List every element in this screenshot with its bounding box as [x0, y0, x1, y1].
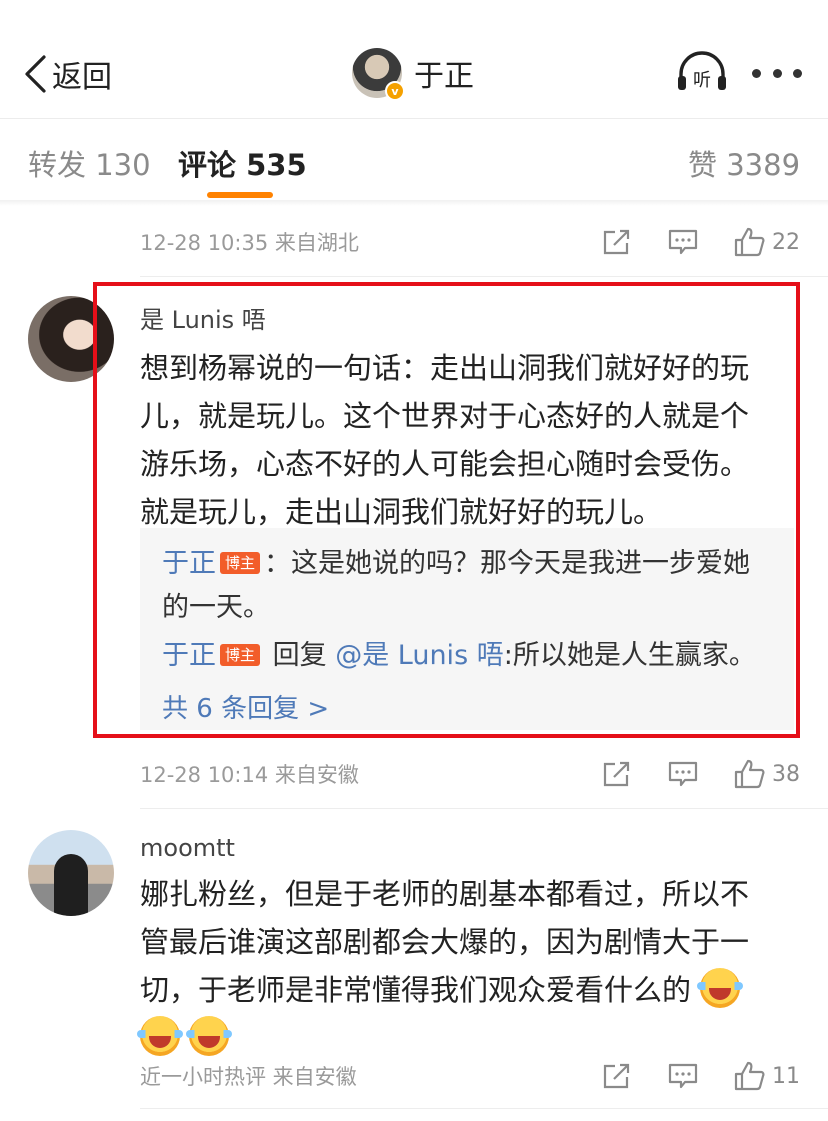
comment-footer: 12-28 10:35 来自湖北 22: [140, 222, 800, 262]
comment-line: 管最后谁演这部剧都会大爆的，因为剧情大于一: [140, 925, 750, 959]
more-options-icon[interactable]: [752, 58, 802, 88]
avatar[interactable]: v: [352, 48, 405, 101]
reply-item[interactable]: 于正 博主 ：这是她说的吗？那今天是我进一步爱她 的一天。: [162, 542, 782, 630]
share-button[interactable]: [602, 760, 632, 788]
thumbs-up-icon: [734, 227, 765, 257]
reply-text: 的一天。: [162, 592, 270, 623]
divider: [140, 808, 828, 809]
like-button[interactable]: 38: [734, 759, 800, 789]
reply-author[interactable]: 于正: [162, 548, 216, 579]
comment-footer: 12-28 10:14 来自安徽 38: [140, 754, 800, 794]
page-title: 于正: [414, 59, 474, 94]
tab-comments[interactable]: 评论 535: [178, 142, 307, 184]
reply-author[interactable]: 于正: [162, 640, 216, 671]
listen-label: 听: [693, 70, 711, 91]
chevron-left-icon: [25, 55, 46, 93]
comment-line: 儿，就是玩儿。这个世界对于心态好的人就是个: [140, 399, 750, 433]
comment-line: [137, 1014, 790, 1062]
reply-box[interactable]: 于正 博主 ：这是她说的吗？那今天是我进一步爱她 的一天。 于正 博主 回复 @是 L…: [140, 528, 794, 730]
tab-reposts[interactable]: 转发 130: [28, 142, 151, 184]
reply-button[interactable]: [668, 1062, 698, 1090]
thumbs-up-icon: [734, 1061, 765, 1091]
active-tab-indicator: [207, 192, 273, 198]
share-icon: [603, 1063, 630, 1089]
laugh-cry-emoji-icon: [186, 1016, 233, 1056]
thumbs-up-icon: [734, 759, 765, 789]
comment-username[interactable]: moomtt: [140, 834, 235, 862]
divider: [140, 276, 828, 277]
comment-line: 游乐场，心态不好的人可能会担心随时会受伤。: [140, 447, 750, 481]
verified-badge-icon: v: [385, 81, 405, 101]
reply-text: ：这是她说的吗？那今天是我进一步爱她: [264, 548, 751, 579]
reply-prefix: 回复: [264, 640, 336, 671]
like-count: 38: [772, 761, 800, 787]
like-button[interactable]: 22: [734, 227, 800, 257]
tab-bar: 转发 130 评论 535 赞 3389: [0, 120, 828, 204]
reply-text: :所以她是人生赢家。: [503, 640, 756, 671]
profile-title[interactable]: v 于正: [352, 48, 474, 101]
back-button[interactable]: 返回: [22, 52, 112, 96]
like-button[interactable]: 11: [734, 1061, 800, 1091]
comment-username[interactable]: 是 Lunis 唔: [140, 300, 266, 335]
share-button[interactable]: [602, 228, 632, 256]
like-count: 22: [772, 229, 800, 255]
listen-headphones-icon[interactable]: 听: [676, 50, 728, 96]
comment-meta: 12-28 10:35 来自湖北: [140, 231, 359, 255]
reply-item[interactable]: 于正 博主 回复 @是 Lunis 唔:所以她是人生赢家。: [162, 634, 782, 678]
comment-text: 娜扎粉丝，但是于老师的剧基本都看过，所以不 管最后谁演这部剧都会大爆的，因为剧情…: [137, 870, 790, 1062]
like-count: 11: [772, 1063, 800, 1089]
share-button[interactable]: [602, 1062, 632, 1090]
comment-line: 想到杨幂说的一句话：走出山洞我们就好好的玩: [140, 351, 750, 385]
comment-line: 切，于老师是非常懂得我们观众爱看什么的: [140, 966, 790, 1014]
share-icon: [603, 761, 630, 787]
blogger-badge: 博主: [220, 552, 261, 574]
share-icon: [603, 229, 630, 255]
avatar[interactable]: [28, 296, 114, 382]
tab-likes[interactable]: 赞 3389: [688, 142, 800, 184]
comment-icon: [668, 1063, 698, 1089]
comment-line: 娜扎粉丝，但是于老师的剧基本都看过，所以不: [140, 877, 750, 911]
comment-meta: 12-28 10:14 来自安徽: [140, 763, 359, 787]
divider: [140, 1108, 828, 1109]
divider: [0, 118, 828, 119]
comment-icon: [668, 229, 698, 255]
view-more-replies-link[interactable]: 共 6 条回复 >: [162, 688, 329, 725]
mention-link[interactable]: @是 Lunis 唔: [335, 640, 504, 671]
laugh-cry-emoji-icon: [137, 1016, 183, 1056]
reply-button[interactable]: [668, 228, 698, 256]
avatar[interactable]: [28, 830, 114, 916]
divider: [0, 200, 828, 206]
top-navigation-bar: 返回 v 于正 听: [0, 0, 828, 120]
back-label: 返回: [52, 60, 112, 95]
reply-button[interactable]: [668, 760, 698, 788]
laugh-cry-emoji-icon: [697, 968, 744, 1008]
comment-meta: 近一小时热评 来自安徽: [140, 1065, 357, 1089]
blogger-badge: 博主: [220, 644, 261, 666]
comment-icon: [668, 761, 698, 787]
comment-text: 想到杨幂说的一句话：走出山洞我们就好好的玩 儿，就是玩儿。这个世界对于心态好的人…: [140, 344, 790, 536]
comment-line-text: 切，于老师是非常懂得我们观众爱看什么的: [140, 973, 692, 1007]
comment-footer: 近一小时热评 来自安徽 11: [140, 1056, 800, 1096]
